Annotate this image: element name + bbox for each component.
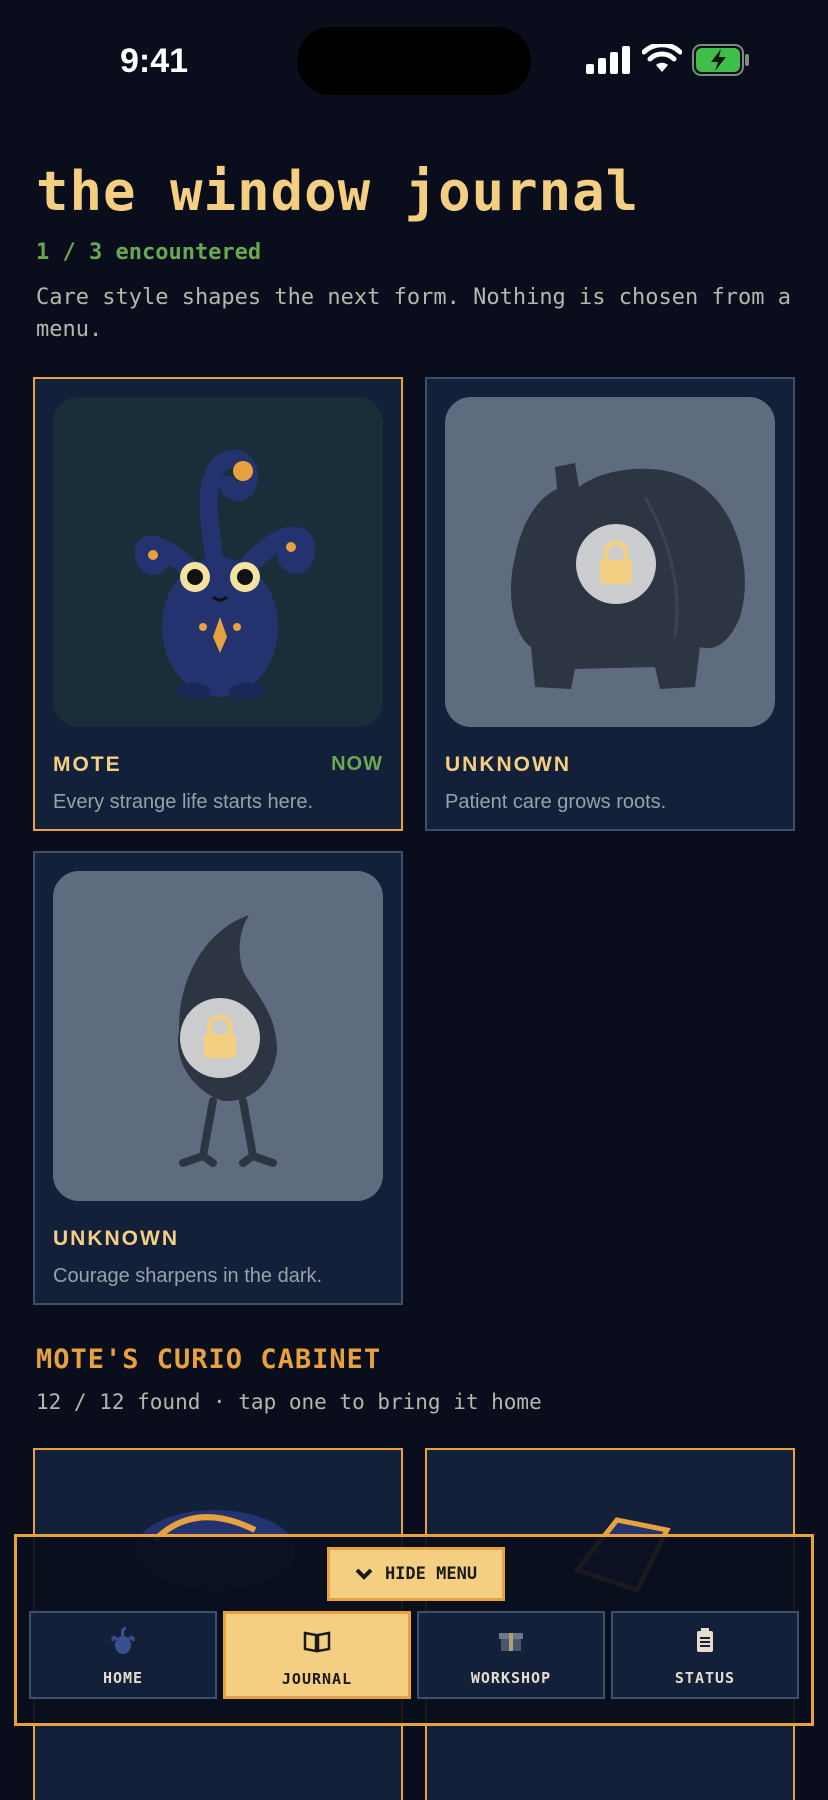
cellular-signal-icon [586,46,630,74]
battery-charging-icon [692,44,749,76]
lock-icon [576,524,656,604]
wifi-icon [642,44,682,72]
form-card-mote[interactable]: MOTE NOW Every strange life starts here. [33,377,403,831]
page-title: the window journal [36,160,640,223]
form-name: UNKNOWN [53,1227,179,1250]
page-subtitle: Care style shapes the next form. Nothing… [36,285,791,342]
cabinet-title: MOTE'S CURIO CABINET [36,1344,382,1375]
gift-box-icon [499,1633,523,1651]
clock-time: 9:41 [120,42,189,80]
hide-menu-button[interactable]: HIDE MENU [327,1547,505,1601]
form-description: Courage sharpens in the dark. [53,1265,323,1287]
bottom-menu: HIDE MENU HOME JOURNAL WORKSHOP STATUS [14,1534,814,1726]
tab-bar: HOME JOURNAL WORKSHOP STATUS [29,1611,805,1701]
book-icon [303,1631,331,1653]
form-card-unknown-dark[interactable]: UNKNOWN Courage sharpens in the dark. [33,851,403,1305]
tab-workshop[interactable]: WORKSHOP [417,1611,605,1699]
chevron-down-icon [355,1568,373,1580]
lock-icon [180,998,260,1078]
current-form-badge: NOW [331,753,383,775]
creature-icon [111,1626,135,1654]
clipboard-icon [697,1628,713,1652]
encounter-count: 1 / 3 encountered [36,240,262,265]
dynamic-island [297,27,531,95]
cabinet-subtitle: 12 / 12 found · tap one to bring it home [36,1390,542,1414]
form-name: MOTE [53,753,122,776]
tab-home[interactable]: HOME [29,1611,217,1699]
tab-journal[interactable]: JOURNAL [223,1611,411,1699]
creature-art-mote [53,397,383,727]
status-bar: 9:41 [0,0,828,120]
tab-label: JOURNAL [281,1670,353,1688]
form-name: UNKNOWN [445,753,571,776]
tab-label: HOME [102,1669,144,1687]
form-description: Every strange life starts here. [53,791,314,813]
tab-status[interactable]: STATUS [611,1611,799,1699]
tab-label: STATUS [674,1669,736,1687]
tab-label: WORKSHOP [470,1669,552,1687]
form-card-unknown-roots[interactable]: UNKNOWN Patient care grows roots. [425,377,795,831]
form-description: Patient care grows roots. [445,791,667,813]
hide-menu-label: HIDE MENU [384,1564,478,1584]
